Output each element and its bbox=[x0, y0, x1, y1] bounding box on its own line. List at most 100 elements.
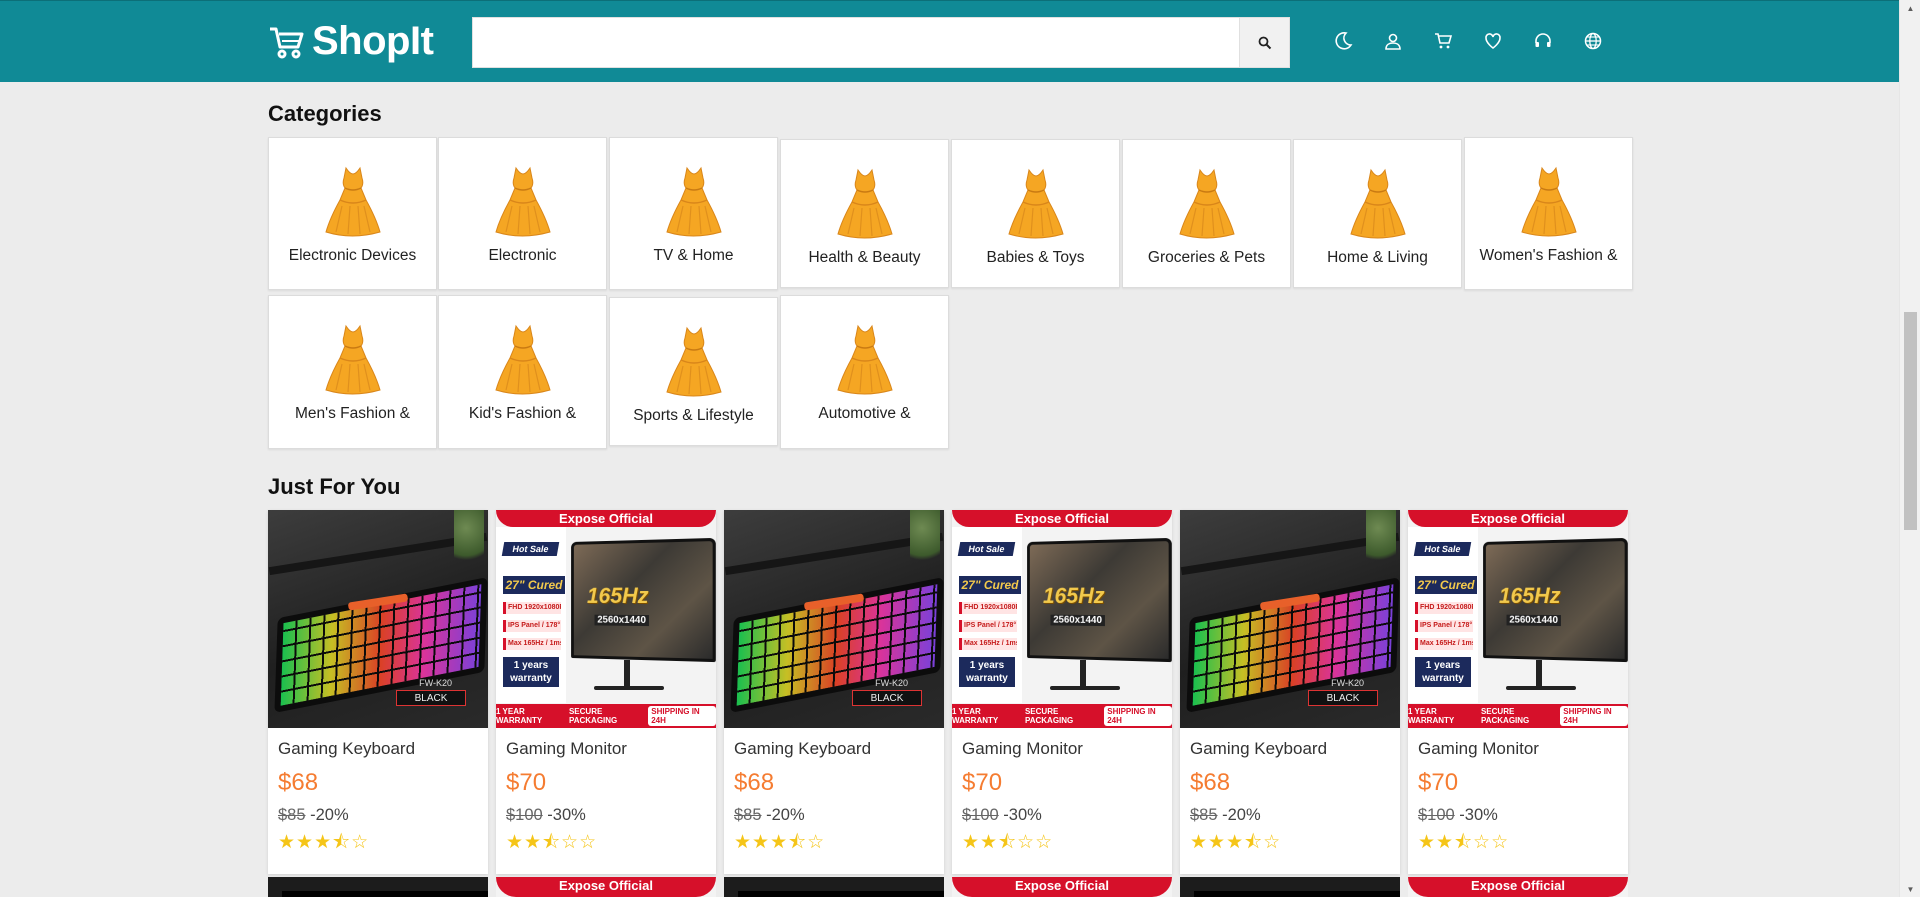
product-name: Gaming Keyboard bbox=[734, 739, 872, 758]
product-old-price: $100 -30% bbox=[506, 806, 586, 824]
category-card[interactable]: Automotive & Motorbike bbox=[780, 295, 949, 449]
dress-icon bbox=[836, 324, 893, 395]
category-card[interactable]: Kid's Fashion & Accessories bbox=[438, 295, 607, 449]
product-price: $70 bbox=[1418, 769, 1459, 796]
dress-icon bbox=[324, 166, 381, 237]
rating-stars: ★★⯪☆☆ bbox=[1418, 832, 1510, 853]
moon-icon bbox=[1335, 32, 1353, 50]
product-card-partial[interactable] bbox=[268, 877, 488, 897]
logo[interactable]: ShopIt bbox=[268, 19, 434, 64]
user-icon bbox=[1385, 33, 1401, 50]
globe-icon bbox=[1584, 32, 1602, 50]
product-name: Gaming Monitor bbox=[1418, 739, 1539, 758]
category-card[interactable]: Men's Fashion & Accessories bbox=[268, 295, 437, 449]
category-card[interactable]: TV & Home Appliances bbox=[609, 137, 778, 290]
category-card[interactable]: Women's Fashion & bbox=[1464, 137, 1633, 290]
top-navbar: ShopIt bbox=[0, 0, 1899, 82]
wishlist-button[interactable] bbox=[1480, 26, 1506, 56]
dress-icon bbox=[324, 324, 381, 395]
category-card[interactable]: Electronic Accessories bbox=[438, 137, 607, 290]
category-label: Health & Beauty bbox=[808, 249, 921, 266]
rating-stars: ★★⯪☆☆ bbox=[506, 832, 598, 853]
product-price: $68 bbox=[278, 769, 319, 796]
category-card[interactable]: Sports & Lifestyle bbox=[609, 297, 778, 446]
category-card[interactable]: Home & Living bbox=[1293, 139, 1462, 288]
logo-text: ShopIt bbox=[312, 19, 434, 63]
support-button[interactable] bbox=[1530, 26, 1556, 56]
cart-icon bbox=[1435, 33, 1452, 49]
heart-icon bbox=[1485, 33, 1501, 49]
product-name: Gaming Keyboard bbox=[1190, 739, 1328, 758]
search-icon bbox=[1258, 36, 1271, 49]
category-label: Electronic Devices bbox=[288, 247, 417, 264]
product-card-partial[interactable]: Expose Official bbox=[496, 877, 716, 897]
product-old-price: $100 -30% bbox=[962, 806, 1042, 824]
product-name: Gaming Monitor bbox=[962, 739, 1083, 758]
product-image: FW-K20 BLACK bbox=[268, 510, 488, 728]
product-image: FW-K20 BLACK bbox=[724, 510, 944, 728]
product-card-partial[interactable] bbox=[1180, 877, 1400, 897]
category-card[interactable]: Health & Beauty bbox=[780, 139, 949, 288]
dress-icon bbox=[1007, 168, 1064, 239]
product-price: $70 bbox=[962, 769, 1003, 796]
dress-icon bbox=[836, 168, 893, 239]
cart-button[interactable] bbox=[1430, 26, 1456, 56]
product-old-price: $85 -20% bbox=[278, 806, 349, 824]
scroll-down-arrow-icon[interactable]: ▼ bbox=[1900, 881, 1920, 897]
category-label: Babies & Toys bbox=[986, 249, 1085, 266]
headset-icon bbox=[1535, 33, 1551, 47]
dress-icon bbox=[1349, 168, 1406, 239]
dress-icon bbox=[665, 326, 722, 397]
language-button[interactable] bbox=[1580, 26, 1606, 56]
dress-icon bbox=[1178, 168, 1235, 239]
product-price: $68 bbox=[734, 769, 775, 796]
product-price: $70 bbox=[506, 769, 547, 796]
product-name: Gaming Monitor bbox=[506, 739, 627, 758]
product-card-partial[interactable]: Expose Official bbox=[952, 877, 1172, 897]
page-scrollbar[interactable]: ▲ ▼ bbox=[1899, 0, 1920, 897]
just-for-you-title: Just For You bbox=[268, 474, 401, 499]
category-label: Automotive & Motorbike bbox=[818, 405, 911, 422]
product-name: Gaming Keyboard bbox=[278, 739, 416, 758]
rating-stars: ★★⯪☆☆ bbox=[962, 832, 1054, 853]
category-label: Kid's Fashion & Accessories bbox=[468, 405, 577, 422]
product-old-price: $85 -20% bbox=[734, 806, 805, 824]
search-button[interactable] bbox=[1240, 17, 1290, 68]
dress-icon bbox=[665, 166, 722, 237]
theme-toggle-button[interactable] bbox=[1330, 26, 1356, 56]
search-input[interactable] bbox=[472, 17, 1240, 68]
product-card[interactable]: Expose Official Hot Sale 27" Cured FHD 1920… bbox=[952, 510, 1172, 874]
product-card-partial[interactable]: Expose Official bbox=[1408, 877, 1628, 897]
product-image: Expose Official Hot Sale 27" Cured FHD 1920… bbox=[952, 510, 1172, 728]
rating-stars: ★★★⯪☆ bbox=[278, 832, 370, 853]
dress-icon bbox=[494, 166, 551, 237]
product-image: Expose Official Hot Sale 27" Cured FHD 1920… bbox=[1408, 510, 1628, 728]
product-old-price: $85 -20% bbox=[1190, 806, 1261, 824]
category-card[interactable]: Babies & Toys bbox=[951, 139, 1120, 288]
product-image: Expose Official Hot Sale 27" Cured FHD 1920… bbox=[496, 510, 716, 728]
product-card[interactable]: FW-K20 BLACK Gaming Keyboard $68 $85 -20% ★★★… bbox=[268, 510, 488, 874]
category-label: Men's Fashion & Accessories bbox=[295, 405, 410, 422]
scrollbar-thumb[interactable] bbox=[1904, 312, 1917, 530]
product-old-price: $100 -30% bbox=[1418, 806, 1498, 824]
scroll-up-arrow-icon[interactable]: ▲ bbox=[1900, 0, 1920, 16]
category-label: Electronic Accessories bbox=[488, 247, 557, 264]
category-card[interactable]: Electronic Devices bbox=[268, 137, 437, 290]
account-button[interactable] bbox=[1380, 26, 1406, 56]
categories-title: Categories bbox=[268, 101, 382, 126]
category-label: TV & Home Appliances bbox=[653, 247, 734, 264]
category-label: Women's Fashion & bbox=[1479, 247, 1618, 264]
product-card[interactable]: Expose Official Hot Sale 27" Cured FHD 1920… bbox=[1408, 510, 1628, 874]
cart-logo-icon bbox=[270, 27, 304, 58]
rating-stars: ★★★⯪☆ bbox=[734, 832, 826, 853]
category-card[interactable]: Groceries & Pets bbox=[1122, 139, 1291, 288]
product-price: $68 bbox=[1190, 769, 1231, 796]
product-card[interactable]: Expose Official Hot Sale 27" Cured FHD 1920… bbox=[496, 510, 716, 874]
dress-icon bbox=[494, 324, 551, 395]
product-card[interactable]: FW-K20 BLACK Gaming Keyboard $68 $85 -20% ★★★… bbox=[724, 510, 944, 874]
search-bar bbox=[472, 17, 1290, 68]
product-card-partial[interactable] bbox=[724, 877, 944, 897]
product-image: FW-K20 BLACK bbox=[1180, 510, 1400, 728]
product-card[interactable]: FW-K20 BLACK Gaming Keyboard $68 $85 -20% ★★★… bbox=[1180, 510, 1400, 874]
dress-icon bbox=[1520, 166, 1577, 237]
